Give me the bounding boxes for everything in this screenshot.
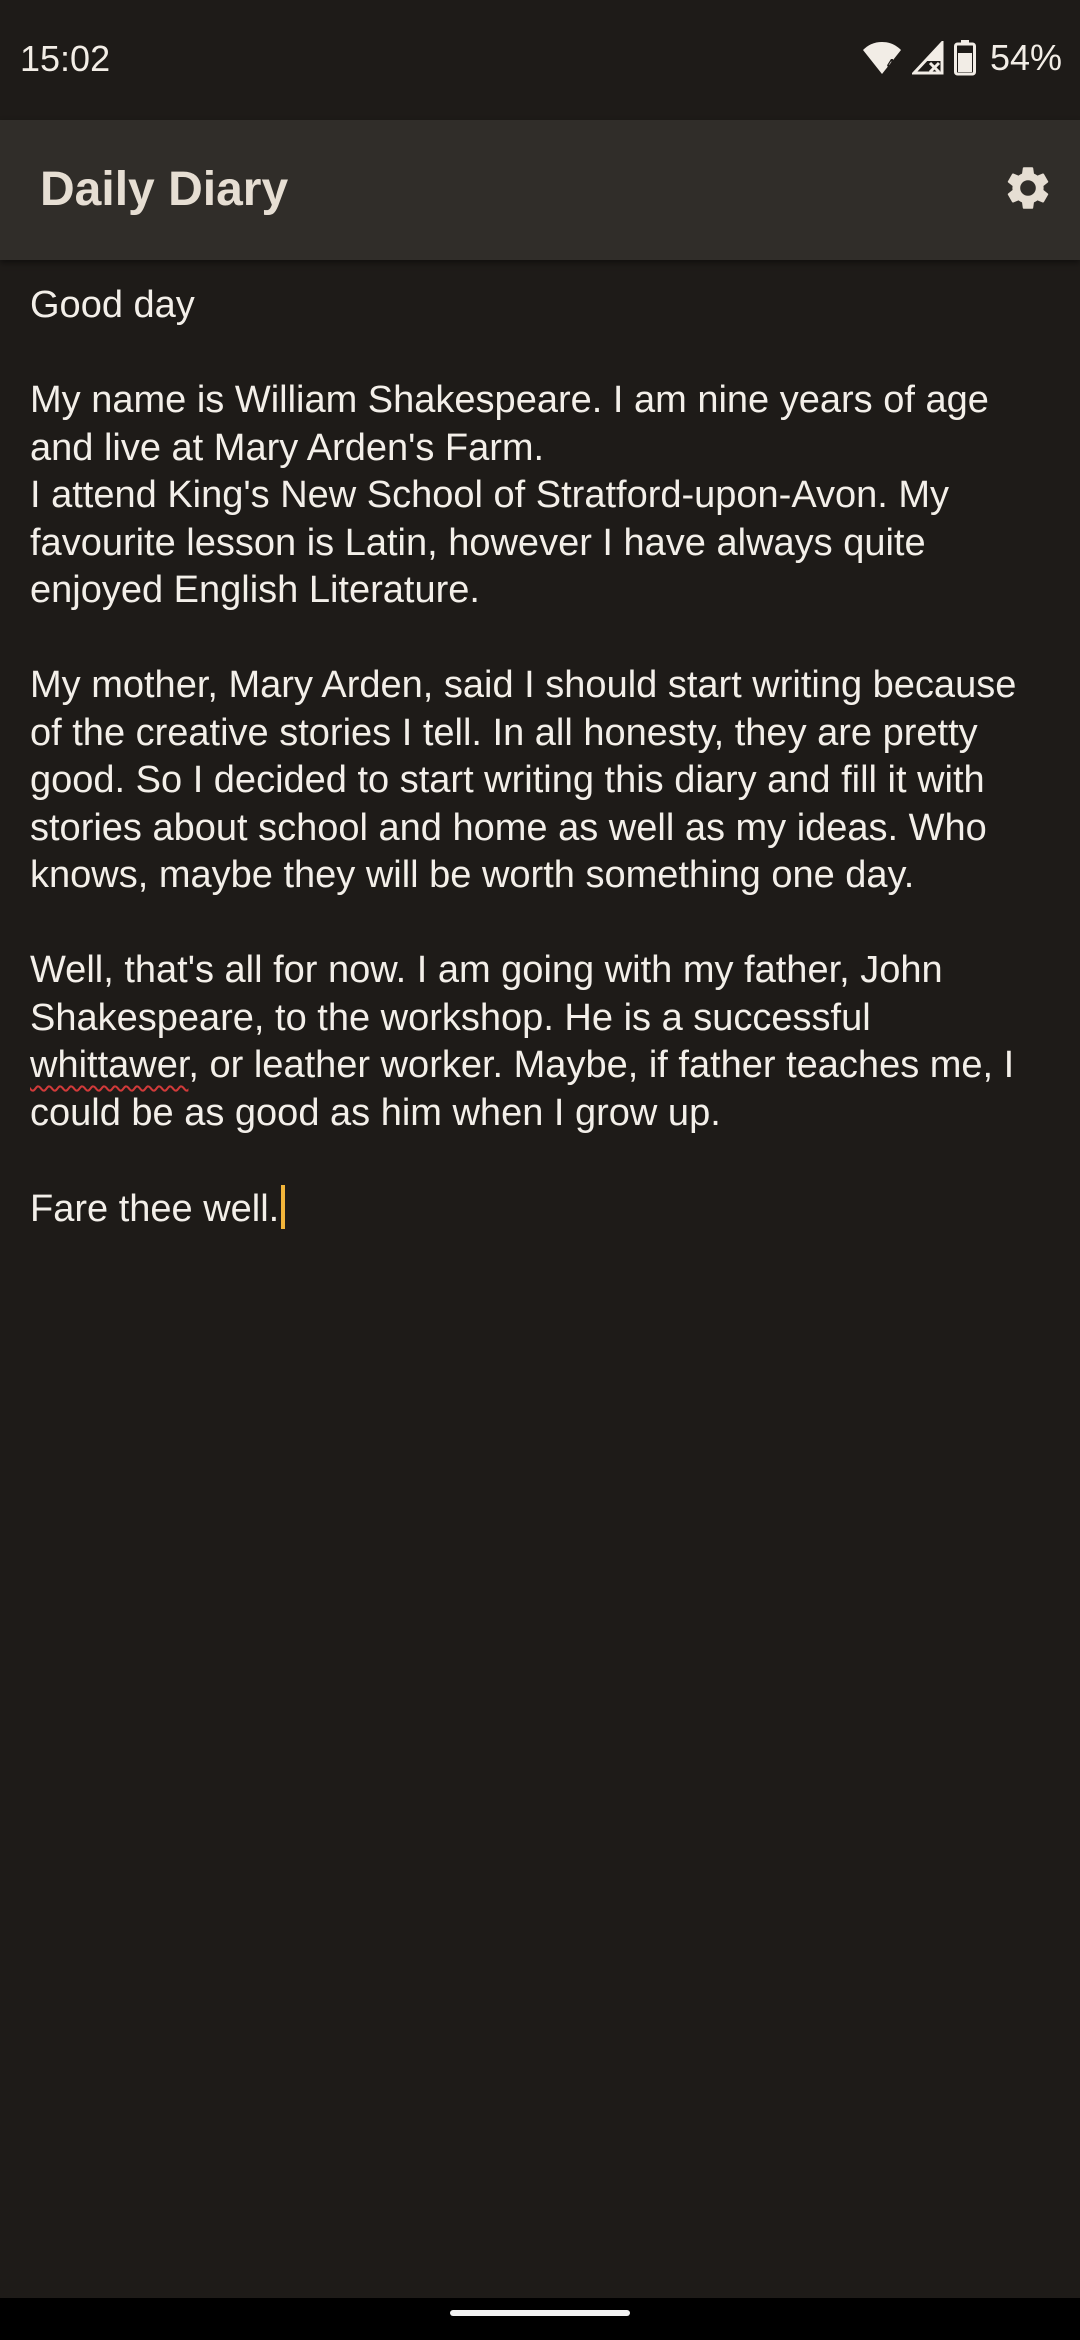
entry-paragraph-1: My name is William Shakespeare. I am nin… [30,377,1050,615]
signal-off-icon [911,41,944,75]
app-bar: Daily Diary [0,120,1080,260]
entry-signoff: Fare thee well. [30,1184,1050,1234]
app-title: Daily Diary [40,163,289,216]
greeting-text: Good day [30,284,195,326]
signoff-text: Fare thee well. [30,1187,280,1230]
paragraph-1-line-a: My name is William Shakespeare. I am nin… [30,379,989,469]
home-indicator[interactable] [450,2310,630,2316]
entry-paragraph-2: My mother, Mary Arden, said I should sta… [30,662,1050,900]
wifi-badge: 4 [887,56,895,71]
gear-icon [1002,162,1054,219]
entry-paragraph-3: Well, that's all for now. I am going wit… [30,947,1050,1137]
battery-icon [953,40,976,76]
navigation-bar [0,2298,1080,2340]
paragraph-1-line-b: I attend King's New School of Stratford-… [30,474,950,611]
paragraph-3-start: Well, that's all for now. I am going wit… [30,949,943,1039]
status-bar: 15:02 4 54% [0,0,1080,120]
paragraph-2-text: My mother, Mary Arden, said I should sta… [30,664,1017,896]
wifi-icon: 4 [862,41,902,75]
entry-greeting: Good day [30,282,1050,330]
settings-button[interactable] [996,158,1060,222]
status-time: 15:02 [20,38,111,79]
battery-percentage: 54% [989,37,1062,78]
diary-entry-editor[interactable]: Good day My name is William Shakespeare.… [30,282,1050,1281]
text-cursor [281,1184,286,1229]
misspelled-word[interactable]: whittawer [30,1044,188,1086]
status-icons: 4 54% [862,36,1062,80]
